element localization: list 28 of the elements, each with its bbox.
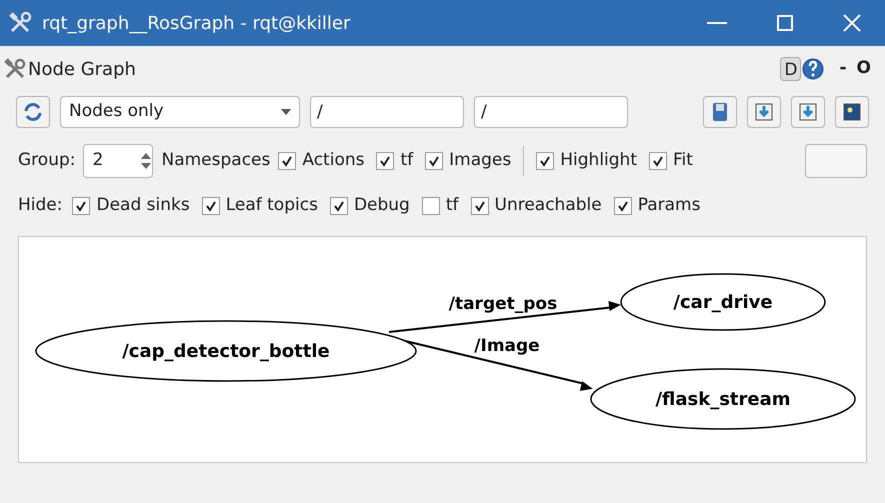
- checkbox-label: Images: [449, 149, 512, 172]
- edge-label: /Image: [474, 336, 540, 356]
- node-label: /flask_stream: [655, 389, 791, 410]
- namespaces-label: Namespaces: [161, 149, 270, 172]
- hide-label: Hide:: [18, 194, 62, 218]
- group-spinbox[interactable]: 2: [83, 144, 154, 178]
- edge-label: /target_pos: [448, 294, 558, 314]
- dock-control[interactable]: O: [856, 56, 871, 82]
- checkbox-label: Unreachable: [494, 194, 602, 218]
- window-title: rqt_graph__RosGraph - rqt@kkiller: [42, 12, 350, 36]
- plugin-title: Node Graph: [28, 58, 136, 82]
- node-label: /car_drive: [673, 292, 773, 313]
- checkbox-label: Leaf topics: [226, 194, 318, 218]
- checkbox-label: Highlight: [560, 149, 637, 172]
- checkbox-label: Dead sinks: [96, 194, 190, 218]
- checkbox-label: Params: [638, 194, 700, 218]
- node-label: /cap_detector_bottle: [122, 341, 330, 362]
- checkbox-label: tf: [400, 149, 414, 172]
- debug-button[interactable]: D: [780, 57, 802, 81]
- mode-dropdown[interactable]: Nodes only: [60, 96, 300, 128]
- dock-control[interactable]: -: [839, 56, 847, 82]
- checkbox-label: Actions: [302, 149, 364, 172]
- checkbox-label: Fit: [673, 149, 693, 172]
- filter-field[interactable]: /: [310, 96, 464, 128]
- group-label: Group:: [18, 149, 76, 172]
- checkbox-label: tf: [446, 194, 458, 218]
- filter-field[interactable]: /: [474, 96, 628, 128]
- checkbox-label: Debug: [354, 194, 410, 218]
